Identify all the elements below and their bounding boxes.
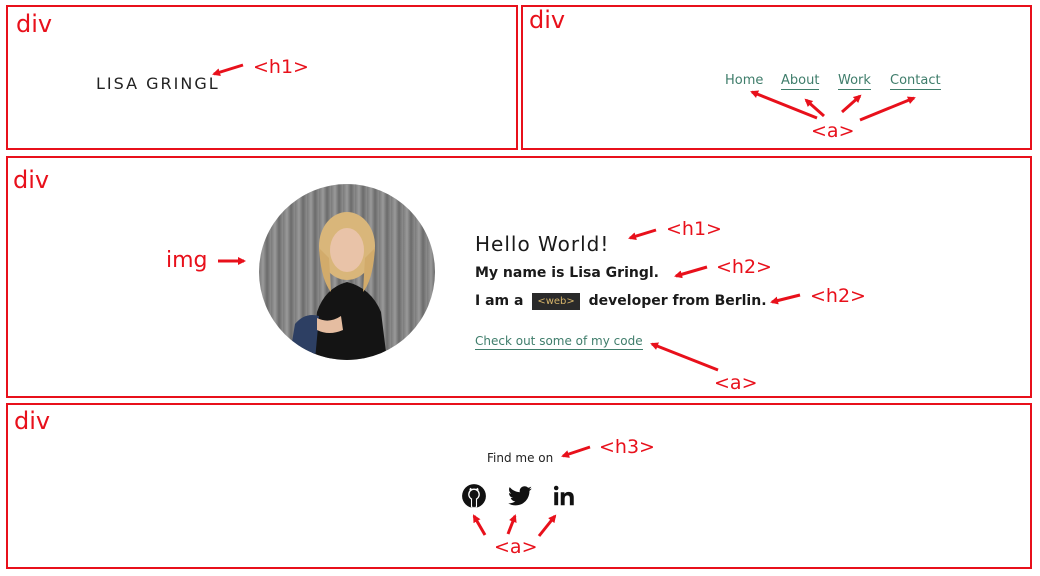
div-label-header-left: div (16, 10, 53, 38)
nav-about-link[interactable]: About (781, 73, 820, 90)
linkedin-link[interactable] (551, 483, 577, 509)
web-chip: <web> (532, 293, 580, 310)
img-tag: img (166, 248, 208, 273)
brand-title: LISA GRINGL (96, 74, 220, 93)
h1-hello-tag: <h1> (666, 218, 722, 240)
div-label-footer: div (14, 407, 51, 435)
find-me-heading: Find me on (487, 451, 554, 465)
role-suffix: developer from Berlin. (583, 293, 767, 309)
nav-contact-link[interactable]: Contact (890, 73, 941, 90)
div-label-header-right: div (529, 6, 566, 34)
twitter-link[interactable] (507, 483, 533, 509)
nav-home-link[interactable]: Home (725, 73, 763, 90)
role-heading: I am a <web> developer from Berlin. (475, 293, 767, 310)
h2-role-tag: <h2> (810, 285, 866, 307)
a-code-tag: <a> (714, 372, 758, 394)
github-icon (462, 484, 486, 508)
div-header-right (521, 5, 1032, 150)
name-heading: My name is Lisa Gringl. (475, 265, 659, 281)
role-prefix: I am a (475, 293, 529, 309)
profile-photo (259, 184, 435, 360)
profile-photo-figure (289, 212, 387, 360)
h2-name-tag: <h2> (716, 256, 772, 278)
github-link[interactable] (461, 483, 487, 509)
twitter-icon (508, 486, 532, 506)
div-label-main: div (13, 166, 50, 194)
h1-brand-tag: <h1> (253, 56, 309, 78)
linkedin-icon (553, 485, 574, 506)
nav-work-link[interactable]: Work (838, 73, 871, 90)
h3-find-tag: <h3> (599, 436, 655, 458)
a-nav-tag: <a> (811, 120, 855, 142)
a-social-tag: <a> (494, 536, 538, 558)
code-link[interactable]: Check out some of my code (475, 334, 643, 350)
hello-heading: Hello World! (475, 232, 610, 256)
